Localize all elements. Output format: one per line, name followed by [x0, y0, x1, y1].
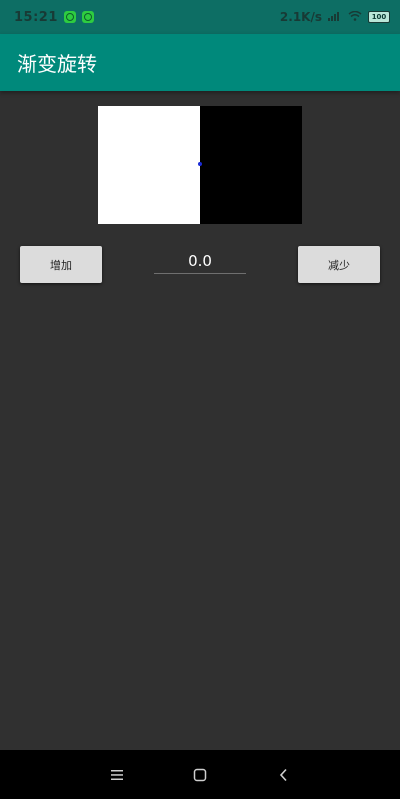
app-bar: 渐变旋转: [0, 34, 400, 91]
signal-icon: [328, 10, 342, 24]
back-icon[interactable]: [273, 764, 295, 786]
increase-button[interactable]: 增加: [20, 246, 102, 283]
menu-icon[interactable]: [106, 764, 128, 786]
notification-app-icon: [63, 11, 76, 23]
wifi-icon: [348, 10, 362, 24]
gradient-black-half: [200, 106, 302, 224]
page-title: 渐变旋转: [17, 52, 97, 76]
screen: 15:21 2.1K/s 100 渐变旋转 增加 0.0 减少: [0, 0, 400, 799]
status-time: 15:21: [14, 9, 58, 25]
network-speed: 2.1K/s: [279, 10, 322, 24]
status-bar: 15:21 2.1K/s 100: [0, 0, 400, 34]
decrease-button[interactable]: 减少: [298, 246, 380, 283]
navigation-bar: [0, 750, 400, 799]
status-left: 15:21: [14, 10, 94, 25]
rotation-center-dot: [198, 162, 202, 166]
battery-icon: 100: [368, 11, 390, 23]
gradient-white-half: [98, 106, 200, 224]
angle-value-field[interactable]: 0.0: [154, 249, 246, 274]
notification-app-icon-2: [81, 11, 94, 23]
home-icon[interactable]: [189, 764, 211, 786]
status-right: 2.1K/s 100: [280, 10, 390, 24]
